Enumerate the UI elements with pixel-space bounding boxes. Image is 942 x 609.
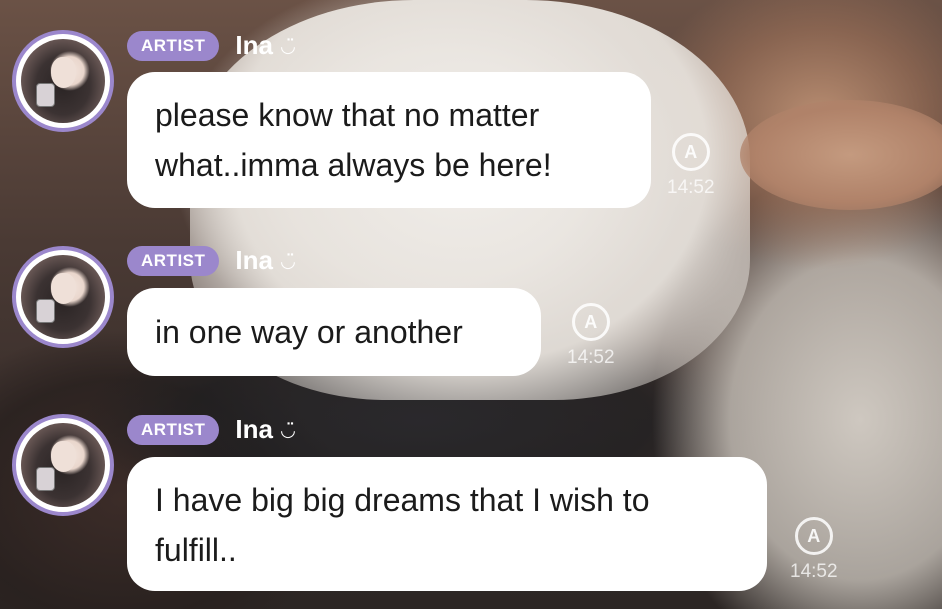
artist-badge: ARTIST <box>127 30 220 61</box>
sender-name[interactable]: Ina ◡̈ <box>235 414 294 445</box>
message-time: 14:52 <box>790 561 838 582</box>
smile-icon: ◡̈ <box>280 419 295 440</box>
message-text-line: I have big big dreams that I wish to <box>155 482 650 518</box>
smile-icon: ◡̈ <box>280 250 295 271</box>
avatar-face <box>51 57 77 88</box>
sender-name[interactable]: Ina ◡̈ <box>235 30 294 61</box>
avatar-photo <box>21 39 105 123</box>
message-header: ARTIST Ina ◡̈ <box>127 245 295 276</box>
message-meta: A 14:52 <box>567 303 615 369</box>
message-text-line: what..imma always be here! <box>155 147 552 183</box>
avatar-phone <box>36 82 55 107</box>
translate-icon[interactable]: A <box>671 133 710 171</box>
message-text-line: please know that no matter <box>155 97 540 133</box>
avatar-photo <box>21 255 105 339</box>
avatar-phone <box>36 466 55 491</box>
message-meta: A 14:52 <box>790 517 838 583</box>
avatar-face <box>51 273 77 304</box>
avatar-phone <box>36 298 55 323</box>
translate-icon[interactable]: A <box>571 303 610 341</box>
avatar[interactable] <box>12 414 114 516</box>
message-bubble[interactable]: I have big big dreams that I wish to ful… <box>127 457 767 591</box>
smile-icon: ◡̈ <box>280 35 295 56</box>
message-text-line: in one way or another <box>155 314 463 350</box>
message-text-line: fulfill.. <box>155 532 237 568</box>
avatar[interactable] <box>12 246 114 348</box>
sender-name[interactable]: Ina ◡̈ <box>235 245 294 276</box>
artist-badge: ARTIST <box>127 245 220 276</box>
message-time: 14:52 <box>667 177 715 198</box>
translate-icon[interactable]: A <box>794 517 833 555</box>
sender-name-text: Ina <box>235 414 273 444</box>
avatar-face <box>51 441 77 472</box>
message-meta: A 14:52 <box>667 133 715 199</box>
message-time: 14:52 <box>567 347 615 368</box>
message-header: ARTIST Ina ◡̈ <box>127 414 295 445</box>
message-bubble[interactable]: in one way or another <box>127 288 541 376</box>
message-bubble[interactable]: please know that no matter what..imma al… <box>127 72 651 208</box>
message-header: ARTIST Ina ◡̈ <box>127 30 295 61</box>
sender-name-text: Ina <box>235 245 273 275</box>
avatar-photo <box>21 423 105 507</box>
sender-name-text: Ina <box>235 30 273 60</box>
avatar[interactable] <box>12 30 114 132</box>
artist-badge: ARTIST <box>127 414 220 445</box>
